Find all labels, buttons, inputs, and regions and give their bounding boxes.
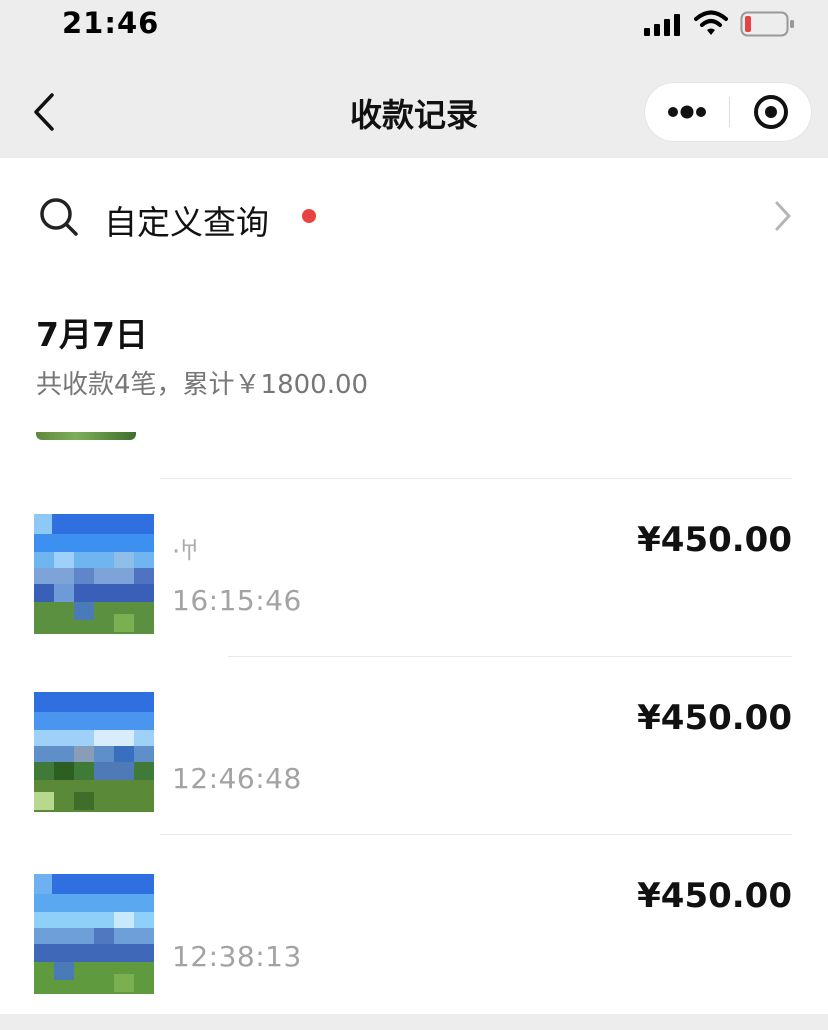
nav-bar: 收款记录 <box>0 64 828 158</box>
custom-query-label: 自定义查询 <box>104 203 269 242</box>
avatar <box>34 514 154 634</box>
date-summary: 共收款4笔，累计￥1800.00 <box>36 370 369 400</box>
custom-query-row[interactable]: 自定义查询 <box>0 158 828 276</box>
row-divider <box>160 834 792 835</box>
close-button[interactable] <box>730 83 812 141</box>
more-dots-icon <box>668 105 706 119</box>
avatar <box>34 874 154 994</box>
target-close-icon <box>754 95 788 129</box>
bottom-strip <box>0 1014 828 1030</box>
status-bar: 21:46 <box>0 0 828 64</box>
record-amount: ¥450.00 <box>637 520 792 560</box>
more-button[interactable] <box>645 83 729 141</box>
avatar <box>34 692 154 812</box>
mini-program-capsule <box>644 82 812 142</box>
record-time: 12:46:48 <box>172 762 302 795</box>
notification-dot <box>302 209 316 223</box>
date-heading: 7月7日 <box>36 315 148 354</box>
row-divider <box>160 478 792 479</box>
record-time: 12:38:13 <box>172 940 302 973</box>
partial-avatar <box>36 432 136 440</box>
record-amount: ¥450.00 <box>637 876 792 916</box>
record-name: ·𐀀 <box>172 537 199 567</box>
wifi-icon <box>694 10 728 35</box>
record-time: 16:15:46 <box>172 584 302 617</box>
signal-icon <box>644 14 680 36</box>
payment-record[interactable]: ·𐀀 16:15:46 ¥450.00 <box>0 480 828 656</box>
search-icon <box>40 198 78 236</box>
chevron-right-icon <box>775 201 791 231</box>
row-divider <box>228 656 792 657</box>
payment-record[interactable]: 12:38:13 ¥450.00 <box>0 836 828 1012</box>
payment-record[interactable]: 12:46:48 ¥450.00 <box>0 658 828 834</box>
battery-icon <box>740 11 794 37</box>
status-time: 21:46 <box>62 6 160 40</box>
record-amount: ¥450.00 <box>637 698 792 738</box>
